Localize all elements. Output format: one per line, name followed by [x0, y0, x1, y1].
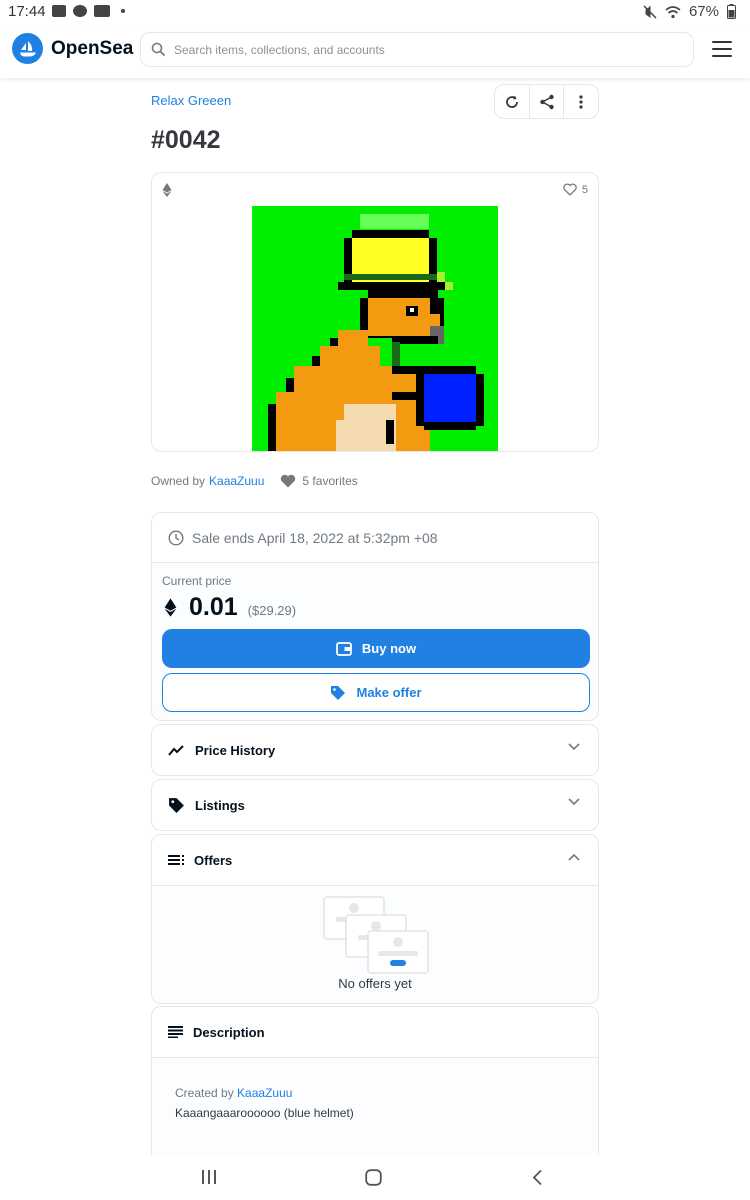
text-lines-icon [168, 1026, 183, 1038]
battery-icon [727, 4, 736, 19]
back-icon[interactable] [531, 1169, 543, 1186]
offers-empty-state: No offers yet [152, 885, 598, 1003]
item-media-card: 5 [151, 172, 599, 452]
listings-panel[interactable]: Listings [151, 779, 599, 831]
hamburger-menu-icon[interactable] [712, 41, 732, 57]
tag-icon [169, 797, 184, 813]
clock-icon [168, 529, 184, 546]
status-bar: 17:44 67% [0, 0, 750, 26]
item-title: #0042 [151, 126, 221, 154]
share-icon [539, 94, 554, 109]
favorites-summary[interactable]: 5 favorites [280, 474, 358, 488]
more-notifications-icon [121, 9, 125, 13]
ethereum-icon [164, 598, 177, 617]
home-icon[interactable] [365, 1169, 382, 1186]
system-nav-bar [0, 1155, 750, 1200]
owner-link[interactable]: KaaaZuuu [209, 474, 264, 488]
youtube-icon [94, 5, 110, 17]
clock: 17:44 [8, 3, 46, 20]
no-offers-text: No offers yet [338, 976, 412, 991]
refresh-button[interactable] [495, 85, 530, 118]
make-offer-label: Make offer [356, 685, 422, 700]
price-usd: ($29.29) [247, 603, 297, 618]
battery-level: 67% [688, 3, 719, 20]
price-history-panel[interactable]: Price History [151, 724, 599, 776]
empty-offers-illustration [323, 896, 429, 974]
list-icon [168, 855, 184, 865]
price-history-header[interactable]: Price History [152, 725, 598, 775]
description-title: Description [193, 1024, 265, 1040]
search-input[interactable] [174, 42, 674, 57]
sale-card: Sale ends April 18, 2022 at 5:32pm +08 C… [151, 512, 599, 721]
created-by-label: Created by [175, 1086, 234, 1100]
listings-header[interactable]: Listings [152, 780, 598, 830]
favorite-button[interactable]: 5 [563, 183, 588, 196]
favorite-count: 5 [581, 183, 588, 196]
opensea-logo[interactable]: OpenSea [12, 33, 133, 64]
opensea-boat-icon [12, 33, 43, 64]
ethereum-icon [162, 183, 172, 197]
description-body: Created by KaaaZuuu Kaaangaaaroooooo (bl… [152, 1057, 598, 1155]
price-history-title: Price History [195, 742, 276, 758]
search-bar[interactable] [140, 32, 694, 67]
more-vertical-icon [579, 94, 583, 109]
sale-ends-text: Sale ends April 18, 2022 at 5:32pm +08 [192, 529, 438, 546]
creator-link[interactable]: KaaaZuuu [237, 1086, 292, 1100]
buy-now-button[interactable]: Buy now [162, 629, 590, 668]
price-value: 0.01 [189, 593, 238, 621]
owned-by-label: Owned by [151, 474, 206, 488]
chevron-down-icon [568, 798, 580, 806]
tag-icon [331, 685, 346, 700]
share-button[interactable] [530, 85, 565, 118]
offers-header[interactable]: Offers [152, 835, 598, 885]
mute-icon [643, 4, 657, 19]
description-panel[interactable]: Description Created by KaaaZuuu Kaaangaa… [151, 1006, 599, 1155]
app-header: OpenSea [0, 26, 750, 78]
notification-icons [52, 5, 125, 17]
current-price-label: Current price [162, 574, 232, 588]
search-icon [151, 42, 166, 57]
offers-panel[interactable]: Offers No offers yet [151, 834, 599, 1004]
trending-icon [168, 745, 184, 756]
favorites-label: 5 favorites [302, 474, 358, 488]
image-icon [52, 5, 66, 17]
description-header[interactable]: Description [152, 1007, 598, 1057]
wifi-icon [665, 5, 681, 18]
offers-title: Offers [194, 852, 233, 868]
collection-link[interactable]: Relax Greeen [151, 93, 231, 108]
listings-title: Listings [195, 797, 245, 813]
chevron-down-icon [568, 743, 580, 751]
buy-now-label: Buy now [361, 641, 417, 656]
item-toolbar [494, 84, 599, 119]
price-row: 0.01 ($29.29) [164, 593, 296, 622]
refresh-icon [505, 95, 518, 108]
heart-outline-icon [563, 183, 577, 196]
chevron-up-icon [568, 853, 580, 861]
more-options-button[interactable] [564, 85, 598, 118]
make-offer-button[interactable]: Make offer [162, 673, 590, 712]
recent-apps-icon[interactable] [201, 1169, 217, 1185]
description-text: Kaaangaaaroooooo (blue helmet) [175, 1106, 354, 1120]
bug-icon [73, 5, 87, 17]
brand-name: OpenSea [51, 37, 134, 59]
created-by-row: Created by KaaaZuuu [175, 1086, 292, 1100]
sale-countdown: Sale ends April 18, 2022 at 5:32pm +08 [152, 513, 598, 563]
system-icons: 67% [643, 3, 736, 20]
heart-icon [281, 474, 296, 488]
owner-row: Owned by KaaaZuuu 5 favorites [151, 474, 358, 488]
nft-artwork[interactable] [252, 206, 498, 452]
wallet-icon [336, 641, 352, 656]
